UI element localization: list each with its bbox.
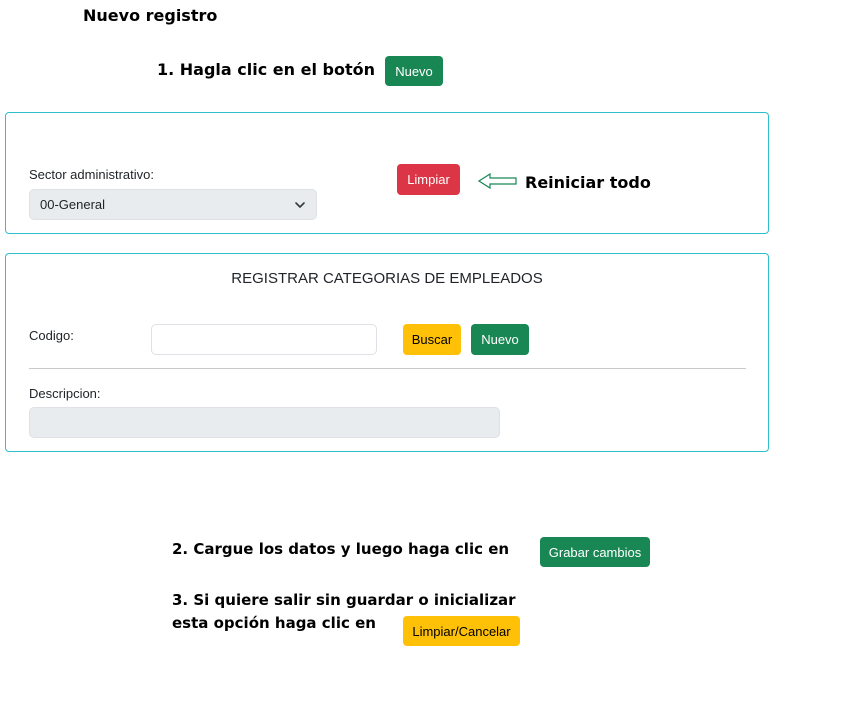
form-divider bbox=[29, 368, 746, 369]
form-title: REGISTRAR CATEGORIAS DE EMPLEADOS bbox=[231, 270, 543, 287]
buscar-button[interactable]: Buscar bbox=[403, 324, 461, 355]
limpiar-cancelar-button[interactable]: Limpiar/Cancelar bbox=[403, 616, 520, 646]
step2-instruction: 2. Cargue los datos y luego haga clic en bbox=[172, 540, 510, 558]
page-title: Nuevo registro bbox=[83, 6, 218, 25]
nuevo-button-top[interactable]: Nuevo bbox=[385, 56, 443, 86]
reset-note: Reiniciar todo bbox=[525, 173, 651, 192]
descripcion-label: Descripcion: bbox=[29, 386, 101, 401]
filter-panel: Sector administrativo: 00-General bbox=[5, 112, 769, 234]
sector-label: Sector administrativo: bbox=[29, 167, 154, 182]
arrow-left-icon bbox=[478, 172, 517, 190]
limpiar-button[interactable]: Limpiar bbox=[397, 164, 460, 195]
grabar-cambios-button[interactable]: Grabar cambios bbox=[540, 537, 650, 567]
sector-select-value: 00-General bbox=[40, 197, 106, 212]
descripcion-input[interactable] bbox=[29, 407, 500, 438]
sector-select[interactable]: 00-General bbox=[29, 189, 317, 220]
category-form-panel: REGISTRAR CATEGORIAS DE EMPLEADOS Codigo… bbox=[5, 253, 769, 452]
step3-instruction-line1: 3. Si quiere salir sin guardar o inicial… bbox=[172, 591, 516, 609]
chevron-down-icon bbox=[295, 202, 305, 208]
step1-instruction: 1. Hagla clic en el botón bbox=[157, 60, 375, 79]
codigo-input[interactable] bbox=[151, 324, 377, 355]
step3-instruction-line2: esta opción haga clic en bbox=[172, 614, 376, 632]
nuevo-button-form[interactable]: Nuevo bbox=[471, 324, 529, 355]
codigo-label: Codigo: bbox=[29, 328, 74, 343]
